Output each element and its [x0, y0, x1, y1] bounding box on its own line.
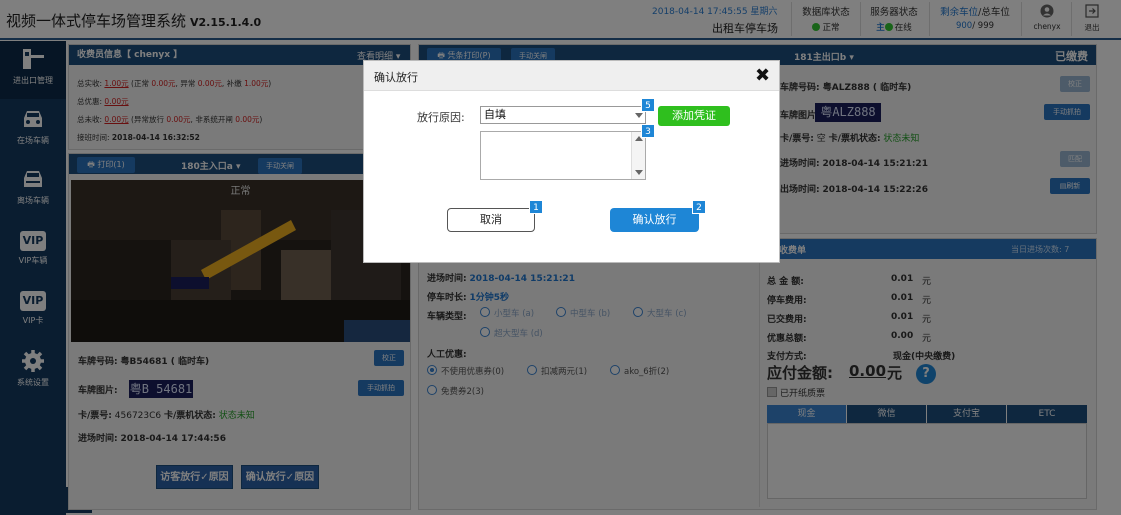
hotkey-badge: 2 [692, 200, 706, 214]
dialog-title: 确认放行 [374, 71, 418, 84]
hotkey-badge: 5 [641, 98, 655, 112]
hotkey-badge: 1 [529, 200, 543, 214]
scroll-down-icon[interactable] [635, 170, 643, 175]
hotkey-badge: 3 [641, 124, 655, 138]
chevron-down-icon [635, 113, 643, 118]
add-voucher-button[interactable]: 添加凭证 [658, 106, 730, 126]
close-icon[interactable]: ✖ [755, 65, 770, 86]
release-reason-select[interactable]: 自填 [480, 106, 646, 124]
cancel-button[interactable]: 取消 [447, 208, 535, 232]
confirm-release-dialog-button[interactable]: 确认放行 [610, 208, 699, 232]
confirm-release-dialog: 确认放行 ✖ 放行原因: 自填 5 添加凭证 3 取消 1 确认放行 2 [363, 60, 780, 263]
dialog-header: 确认放行 ✖ [364, 61, 779, 91]
scrollbar[interactable] [631, 132, 645, 179]
remark-textarea[interactable] [480, 131, 646, 180]
release-reason-label: 放行原因: [417, 111, 465, 124]
